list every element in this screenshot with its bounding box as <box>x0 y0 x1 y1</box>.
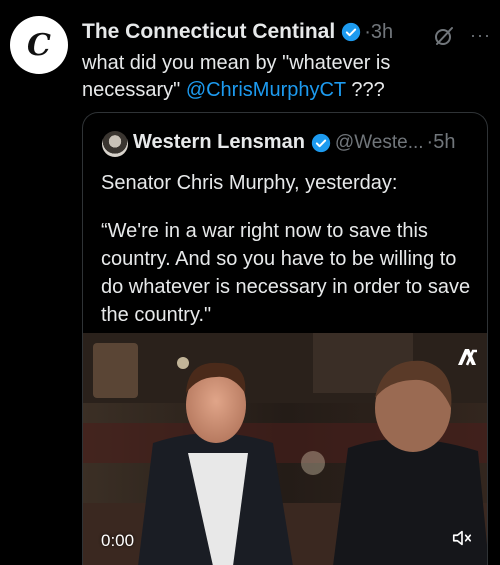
verified-badge-icon <box>342 22 361 42</box>
grok-icon[interactable] <box>432 24 456 48</box>
tweet[interactable]: C The Connecticut Centinal · 3h ··· what… <box>0 0 500 565</box>
quoted-avatar[interactable] <box>102 131 128 157</box>
video-time: 0:00 <box>101 531 135 550</box>
avatar[interactable]: C <box>10 16 68 74</box>
quoted-header: Western Lensman @Weste... · 5h <box>133 131 455 154</box>
more-icon[interactable]: ··· <box>470 26 491 44</box>
quoted-text: Senator Chris Murphy, yesterday: “We're … <box>101 169 481 329</box>
separator-dot: · <box>364 20 371 43</box>
news-logo-icon <box>458 349 477 366</box>
quoted-tweet[interactable]: Western Lensman @Weste... · 5h Senator C… <box>82 112 488 565</box>
separator-dot: · <box>426 131 434 153</box>
mute-icon[interactable] <box>451 527 473 549</box>
video-frame <box>83 333 487 565</box>
quoted-author-name[interactable]: Western Lensman <box>133 131 305 154</box>
avatar-logo: C <box>27 27 51 63</box>
timestamp[interactable]: 3h <box>371 21 393 44</box>
quoted-text-line: Senator Chris Murphy, yesterday: <box>101 172 398 194</box>
verified-badge-icon <box>311 133 331 152</box>
author-name[interactable]: The Connecticut Centinal <box>82 20 335 44</box>
quoted-handle[interactable]: @Weste... <box>335 132 424 154</box>
tweet-header: The Connecticut Centinal · 3h <box>82 20 393 44</box>
quoted-text-quote: “We're in a war right now to save this c… <box>101 220 471 326</box>
mention-link[interactable]: @ChrisMurphyCT <box>186 79 346 101</box>
tweet-text-part: ??? <box>345 79 385 101</box>
video-player[interactable]: 0:00 <box>83 333 487 565</box>
tweet-text: what did you mean by "whatever is necess… <box>82 50 487 104</box>
quoted-timestamp[interactable]: 5h <box>433 131 455 154</box>
